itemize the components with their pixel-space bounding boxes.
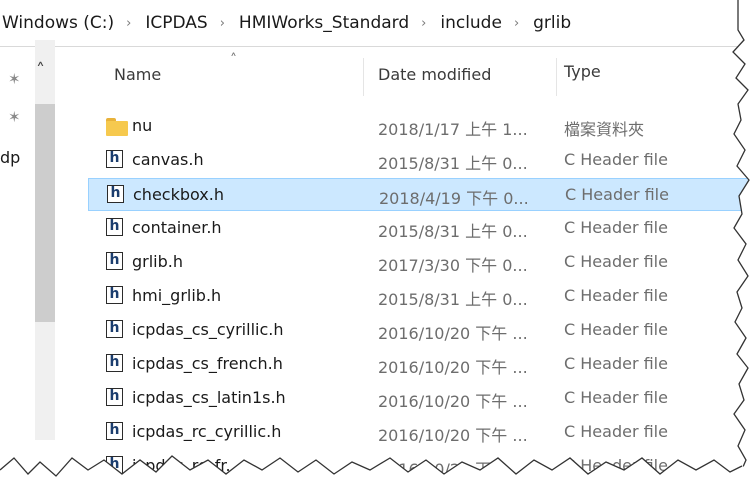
- c-header-file-icon: h: [106, 252, 125, 272]
- column-header-row: ˄ Name Date modified Type: [58, 48, 738, 100]
- file-row[interactable]: h hmi_grlib.h 2015/8/31 上午 0... C Header fi…: [88, 280, 750, 313]
- file-type: C Header file: [564, 252, 668, 271]
- column-header-date-modified[interactable]: Date modified: [378, 65, 491, 84]
- pin-icon[interactable]: ✶: [8, 108, 21, 126]
- breadcrumb[interactable]: Windows (C:) › ICPDAS › HMIWorks_Standar…: [0, 0, 738, 47]
- file-date-modified: 2016/10/20 下午 ...: [378, 324, 528, 343]
- breadcrumb-item-include[interactable]: include: [438, 13, 502, 33]
- chevron-right-icon[interactable]: ›: [421, 16, 426, 31]
- file-row[interactable]: h icpdas_cs_french.h 2016/10/20 下午 ... C He…: [88, 348, 750, 381]
- file-type: 檔案資料夾: [564, 120, 645, 139]
- file-row[interactable]: h icpdas_cs_cyrillic.h 2016/10/20 下午 ... C …: [88, 314, 750, 347]
- c-header-file-icon: h: [106, 218, 125, 238]
- c-header-file-icon: h: [106, 286, 125, 306]
- file-date-modified: 2016/10/20 下午 ...: [378, 392, 528, 411]
- file-row[interactable]: h canvas.h 2015/8/31 上午 0... C Header file: [88, 144, 750, 177]
- file-date-modified: 2015/8/31 上午 0...: [378, 154, 528, 173]
- breadcrumb-item-grlib[interactable]: grlib: [531, 13, 571, 33]
- breadcrumb-item-hmiworks-standard[interactable]: HMIWorks_Standard: [237, 13, 409, 33]
- c-header-file-icon: h: [106, 354, 125, 374]
- file-name[interactable]: canvas.h: [132, 150, 204, 169]
- c-header-file-icon: h: [106, 388, 125, 408]
- file-name[interactable]: grlib.h: [132, 252, 183, 271]
- file-name[interactable]: icpdas_rc_cyrillic.h: [132, 422, 281, 441]
- c-header-file-icon: h: [106, 320, 125, 340]
- file-type: C Header file: [564, 320, 668, 339]
- column-divider[interactable]: [556, 58, 557, 96]
- file-date-modified: 2018/1/17 上午 1...: [378, 120, 528, 139]
- file-row[interactable]: nu 2018/1/17 上午 1... 檔案資料夾: [88, 110, 750, 143]
- file-type: C Header file: [564, 422, 668, 441]
- file-type: C Header file: [564, 218, 668, 237]
- file-type: C Header file: [564, 286, 668, 305]
- chevron-right-icon[interactable]: ›: [126, 16, 131, 31]
- scroll-up-arrow-icon[interactable]: ˄: [36, 60, 45, 81]
- file-date-modified: 2017/3/30 下午 0...: [378, 256, 528, 275]
- breadcrumb-item-icpdas[interactable]: ICPDAS: [143, 13, 207, 33]
- file-date-modified: 2016/10/20 下午 ...: [378, 358, 528, 377]
- file-row[interactable]: h icpdas_rc_cyrillic.h 2016/10/20 下午 ... C …: [88, 416, 750, 449]
- file-name[interactable]: icpdas_cs_french.h: [132, 354, 283, 373]
- c-header-file-icon: h: [107, 185, 126, 205]
- file-type: C Header file: [564, 388, 668, 407]
- file-name[interactable]: checkbox.h: [133, 185, 224, 204]
- file-row[interactable]: h grlib.h 2017/3/30 下午 0... C Header file: [88, 246, 750, 279]
- file-name[interactable]: nu: [132, 116, 152, 135]
- file-type: C Header file: [564, 150, 668, 169]
- sort-ascending-icon: ˄: [230, 52, 237, 68]
- file-row[interactable]: h container.h 2015/8/31 上午 0... C Header fi…: [88, 212, 750, 245]
- column-header-name[interactable]: Name: [114, 65, 161, 84]
- file-name[interactable]: container.h: [132, 218, 222, 237]
- chevron-right-icon[interactable]: ›: [220, 16, 225, 31]
- file-date-modified: 2015/8/31 上午 0...: [378, 290, 528, 309]
- file-row[interactable]: h icpdas_rc_fr... 2016/10/20 下午 ... C Heade…: [88, 450, 750, 483]
- file-explorer-window: Windows (C:) › ICPDAS › HMIWorks_Standar…: [0, 0, 753, 496]
- file-date-modified: 2018/4/19 下午 0...: [379, 189, 529, 208]
- breadcrumb-item-windows-c[interactable]: Windows (C:): [0, 13, 114, 33]
- nav-scrollbar-thumb[interactable]: [35, 104, 55, 322]
- c-header-file-icon: h: [106, 150, 125, 170]
- file-row[interactable]: h checkbox.h 2018/4/19 下午 0... C Header fil…: [88, 178, 750, 211]
- c-header-file-icon: h: [106, 456, 125, 476]
- pin-icon[interactable]: ✶: [8, 70, 21, 88]
- chevron-right-icon[interactable]: ›: [514, 16, 519, 31]
- file-name[interactable]: icpdas_cs_cyrillic.h: [132, 320, 283, 339]
- file-type: C Header file: [564, 456, 668, 475]
- file-name[interactable]: icpdas_cs_latin1s.h: [132, 388, 286, 407]
- c-header-file-icon: h: [106, 422, 125, 442]
- file-date-modified: 2015/8/31 上午 0...: [378, 222, 528, 241]
- file-date-modified: 2016/10/20 下午 ...: [378, 460, 528, 479]
- column-header-type[interactable]: Type: [564, 62, 601, 81]
- nav-item-label[interactable]: dp: [0, 148, 20, 167]
- file-type: C Header file: [565, 185, 669, 204]
- column-divider[interactable]: [363, 58, 364, 96]
- folder-icon: [106, 118, 128, 136]
- file-type: C Header file: [564, 354, 668, 373]
- file-name[interactable]: icpdas_rc_fr...: [132, 456, 241, 475]
- file-row[interactable]: h icpdas_cs_latin1s.h 2016/10/20 下午 ... C H…: [88, 382, 750, 415]
- file-date-modified: 2016/10/20 下午 ...: [378, 426, 528, 445]
- file-name[interactable]: hmi_grlib.h: [132, 286, 221, 305]
